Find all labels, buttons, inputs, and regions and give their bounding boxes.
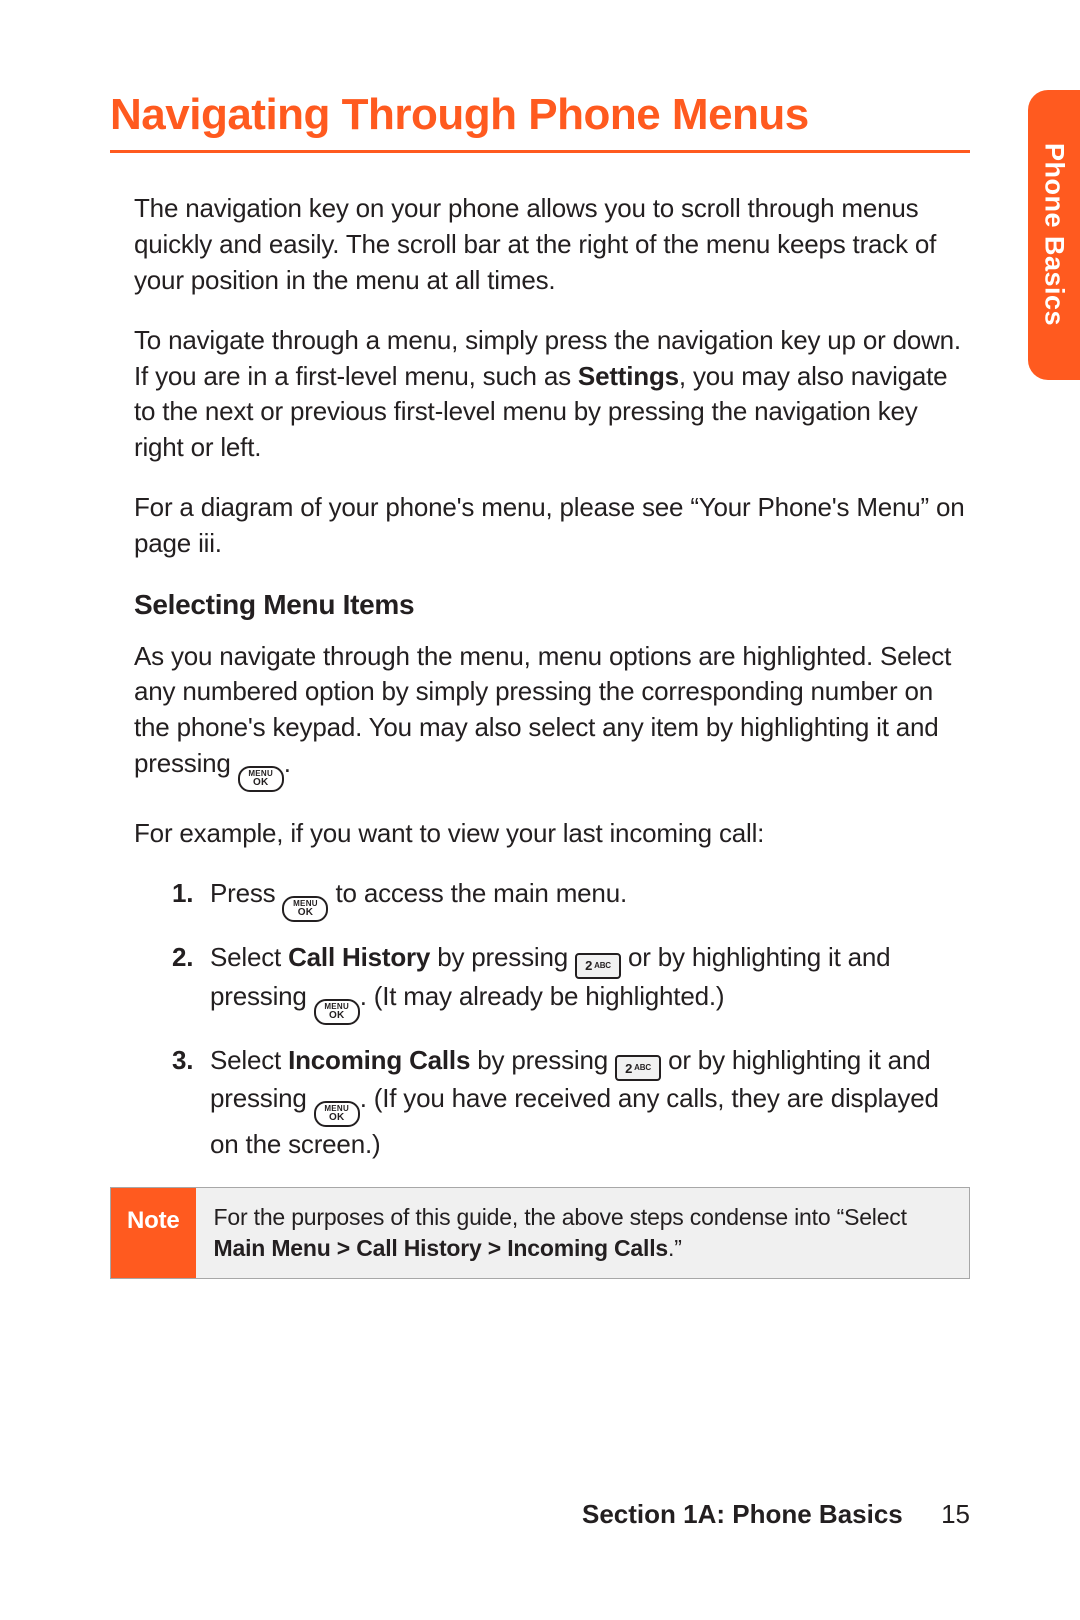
footer-section: Section 1A: Phone Basics xyxy=(582,1499,903,1529)
note-label: Note xyxy=(111,1188,196,1278)
text: by pressing xyxy=(470,1045,615,1075)
note-bold-path: Main Menu > Call History > Incoming Call… xyxy=(214,1235,668,1261)
menu-ok-key-icon: MENU OK xyxy=(238,766,284,792)
menu-ok-key-icon: MENU OK xyxy=(314,1101,360,1127)
step-2: Select Call History by pressing 2 ABC or… xyxy=(172,940,970,1025)
text: .” xyxy=(668,1235,682,1261)
body-content: The navigation key on your phone allows … xyxy=(110,191,970,1279)
menu-ok-key-icon: MENU OK xyxy=(314,999,360,1025)
text: . (It may already be highlighted.) xyxy=(360,981,725,1011)
key-label-bot: OK xyxy=(253,778,268,788)
select-para-2: For example, if you want to view your la… xyxy=(134,816,970,852)
title-rule xyxy=(110,150,970,153)
text: As you navigate through the menu, menu o… xyxy=(134,641,951,779)
intro-para-2: To navigate through a menu, simply press… xyxy=(134,323,970,467)
note-body: For the purposes of this guide, the abov… xyxy=(196,1188,969,1278)
bold-incoming-calls: Incoming Calls xyxy=(288,1045,470,1075)
key-digit: 2 xyxy=(585,959,592,972)
text: Select xyxy=(210,942,288,972)
key-label-bot: OK xyxy=(298,908,313,918)
key-abc: ABC xyxy=(594,962,611,970)
key-label-bot: OK xyxy=(329,1011,344,1021)
text: Select xyxy=(210,1045,288,1075)
text: . xyxy=(284,748,291,778)
intro-para-3: For a diagram of your phone's menu, plea… xyxy=(134,490,970,562)
text: Press xyxy=(210,878,282,908)
key-2abc-icon: 2 ABC xyxy=(615,1055,661,1081)
bold-settings: Settings xyxy=(578,361,679,391)
page-title: Navigating Through Phone Menus xyxy=(110,90,970,140)
manual-page: Phone Basics Navigating Through Phone Me… xyxy=(0,0,1080,1620)
subheading: Selecting Menu Items xyxy=(134,586,970,625)
section-side-tab: Phone Basics xyxy=(1028,90,1080,380)
key-digit: 2 xyxy=(625,1062,632,1075)
footer-page-number: 15 xyxy=(910,1499,970,1530)
side-tab-label: Phone Basics xyxy=(1039,143,1070,326)
text: For the purposes of this guide, the abov… xyxy=(214,1204,907,1230)
text: by pressing xyxy=(430,942,575,972)
step-3: Select Incoming Calls by pressing 2 ABC … xyxy=(172,1043,970,1163)
key-label-bot: OK xyxy=(329,1113,344,1123)
key-2abc-icon: 2 ABC xyxy=(575,953,621,979)
bold-call-history: Call History xyxy=(288,942,430,972)
page-footer: Section 1A: Phone Basics 15 xyxy=(582,1499,970,1530)
menu-ok-key-icon: MENU OK xyxy=(282,896,328,922)
note-box: Note For the purposes of this guide, the… xyxy=(110,1187,970,1279)
step-1: Press MENU OK to access the main menu. xyxy=(172,876,970,922)
key-abc: ABC xyxy=(634,1064,651,1072)
intro-para-1: The navigation key on your phone allows … xyxy=(134,191,970,299)
steps-list: Press MENU OK to access the main menu. S… xyxy=(134,876,970,1163)
text: to access the main menu. xyxy=(336,878,627,908)
select-para-1: As you navigate through the menu, menu o… xyxy=(134,639,970,793)
